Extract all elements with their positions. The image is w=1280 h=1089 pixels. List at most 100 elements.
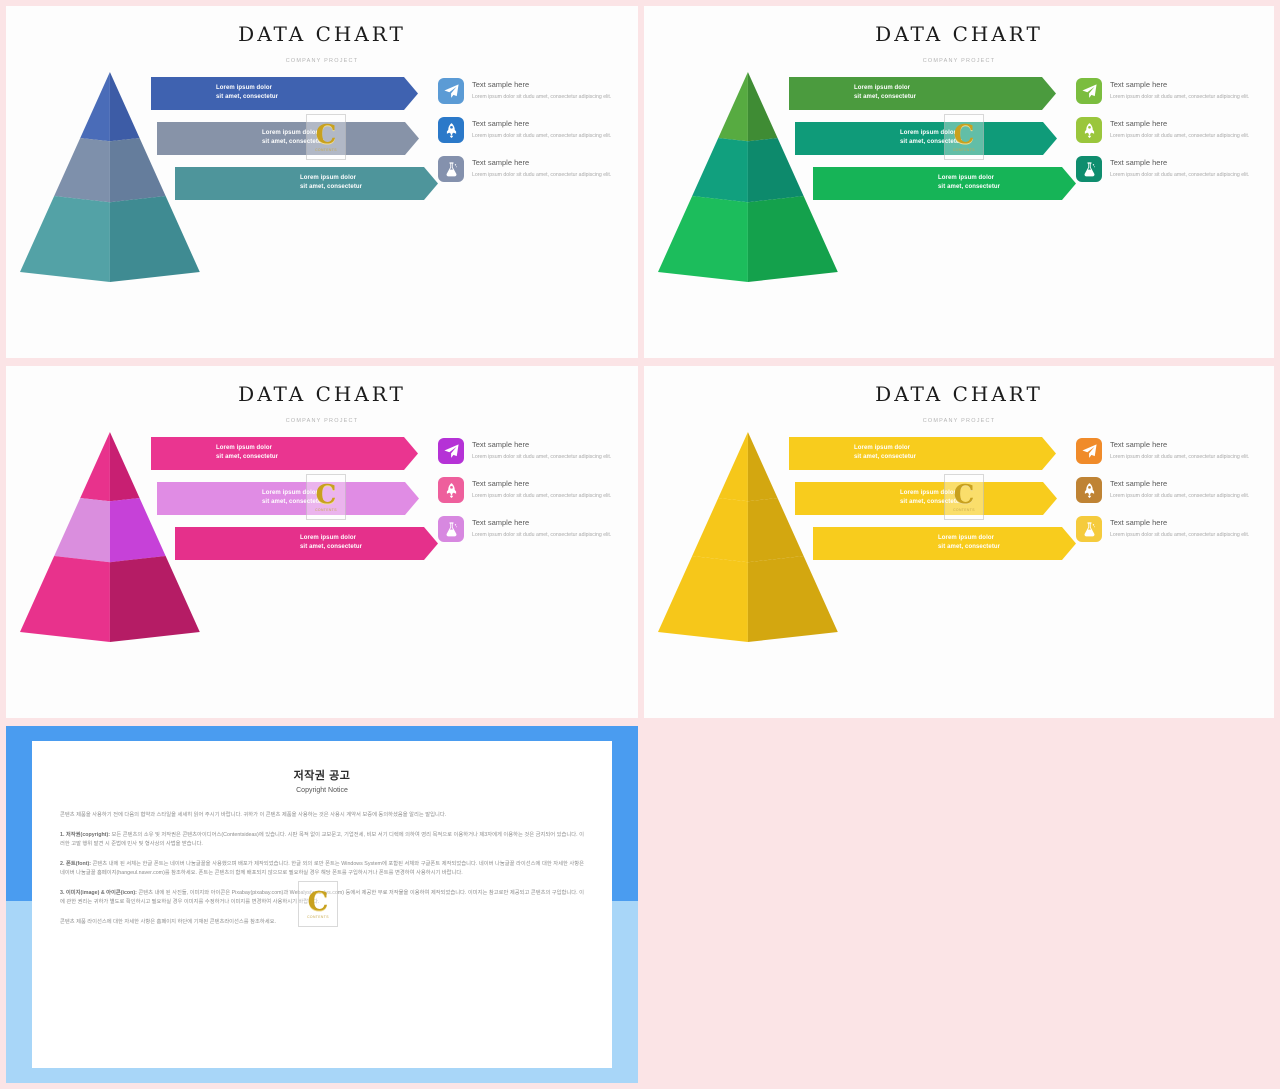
copyright-card: 저작권 공고 Copyright Notice 콘텐츠 제품을 사용하기 전에 다음…: [32, 741, 612, 1068]
legend-body: Lorem ipsum dolor sit dudu amet, consect…: [1110, 133, 1250, 139]
banner-text: Lorem ipsum dolor sit amet, consectetur: [813, 527, 1076, 552]
legend-text-block: Text sample here Lorem ipsum dolor sit du…: [472, 117, 611, 140]
banner-line-1: Lorem ipsum dolor: [938, 175, 995, 181]
legend-item-1[interactable]: Text sample here Lorem ipsum dolor sit du…: [1076, 78, 1272, 104]
legend-body: Lorem ipsum dolor sit dudu amet, consect…: [1110, 493, 1250, 499]
legend-heading: Text sample here: [472, 479, 530, 488]
banner-2[interactable]: Lorem ipsum dolor sit amet, consectetur: [795, 482, 1057, 515]
legend-heading: Text sample here: [1110, 440, 1168, 449]
flask-icon: [1076, 156, 1102, 182]
banner-line-1: Lorem ipsum dolor: [300, 535, 357, 541]
banner-text: Lorem ipsum dolor sit amet, consectetur: [789, 437, 1056, 462]
legend-body: Lorem ipsum dolor sit dudu amet, consect…: [472, 493, 612, 499]
copyright-section-2: 2. 폰트(font): 콘텐츠 내에 된 서체는 한글 폰트는 네이버 나눔글…: [60, 860, 584, 879]
banner-line-2: sit amet, consectetur: [262, 139, 325, 145]
legend-item-1[interactable]: Text sample here Lorem ipsum dolor sit du…: [1076, 438, 1272, 464]
slide-content: Lorem ipsum dolor sit amet, consectetur Lo…: [6, 432, 638, 682]
banner-2[interactable]: Lorem ipsum dolor sit amet, consectetur: [795, 122, 1057, 155]
legend-list: Text sample here Lorem ipsum dolor sit du…: [1076, 438, 1272, 555]
legend-item-3[interactable]: Text sample here Lorem ipsum dolor sit du…: [438, 516, 634, 542]
banner-3[interactable]: Lorem ipsum dolor sit amet, consectetur: [175, 167, 438, 200]
pyramid-tier-2-left-face: [692, 138, 748, 203]
slide-subtitle: COMPANY PROJECT: [285, 58, 359, 64]
slide-title: DATA CHART: [238, 382, 406, 406]
legend-heading: Text sample here: [472, 158, 530, 167]
slide-subtitle: COMPANY PROJECT: [922, 58, 996, 64]
slide-slide-blue: DATA CHART COMPANY PROJECT Lorem ipsum dol…: [6, 6, 638, 358]
legend-text-block: Text sample here Lorem ipsum dolor sit du…: [472, 516, 611, 539]
banner-text: Lorem ipsum dolor sit amet, consectetur: [157, 122, 419, 147]
banner-line-2: sit amet, consectetur: [300, 544, 363, 550]
slide-title: DATA CHART: [875, 382, 1043, 406]
legend-item-3[interactable]: Text sample here Lorem ipsum dolor sit du…: [438, 156, 634, 182]
banner-group: Lorem ipsum dolor sit amet, consectetur Lo…: [151, 77, 426, 212]
pyramid-tier-3-left-face: [20, 196, 110, 282]
banner-1[interactable]: Lorem ipsum dolor sit amet, consectetur: [789, 437, 1056, 470]
banner-1[interactable]: Lorem ipsum dolor sit amet, consectetur: [151, 77, 418, 110]
legend-heading: Text sample here: [1110, 479, 1168, 488]
legend-body: Lorem ipsum dolor sit dudu amet, consect…: [472, 454, 612, 460]
rocket-icon: [438, 477, 464, 503]
slide-subtitle: COMPANY PROJECT: [285, 418, 359, 424]
pyramid-tier-3-left-face: [20, 556, 110, 642]
copyright-intro: 콘텐츠 제품을 사용하기 전에 다음의 협약과 스타일을 세세히 읽어 주시기 …: [60, 812, 447, 818]
legend-item-1[interactable]: Text sample here Lorem ipsum dolor sit du…: [438, 78, 634, 104]
banner-1[interactable]: Lorem ipsum dolor sit amet, consectetur: [151, 437, 418, 470]
legend-heading: Text sample here: [472, 119, 530, 128]
legend-text-block: Text sample here Lorem ipsum dolor sit du…: [1110, 516, 1249, 539]
pyramid-tier-2-left-face: [54, 138, 110, 203]
banner-line-2: sit amet, consectetur: [900, 139, 963, 145]
rocket-icon: [438, 117, 464, 143]
legend-body: Lorem ipsum dolor sit dudu amet, consect…: [1110, 94, 1250, 100]
banner-text: Lorem ipsum dolor sit amet, consectetur: [795, 482, 1057, 507]
legend-item-1[interactable]: Text sample here Lorem ipsum dolor sit du…: [438, 438, 634, 464]
slide-subtitle: COMPANY PROJECT: [922, 418, 996, 424]
legend-body: Lorem ipsum dolor sit dudu amet, consect…: [1110, 172, 1250, 178]
banner-line-2: sit amet, consectetur: [262, 499, 325, 505]
banner-text: Lorem ipsum dolor sit amet, consectetur: [175, 527, 438, 552]
banner-line-1: Lorem ipsum dolor: [300, 175, 357, 181]
legend-text-block: Text sample here Lorem ipsum dolor sit du…: [1110, 78, 1249, 101]
slide-deck-grid: DATA CHART COMPANY PROJECT Lorem ipsum dol…: [0, 0, 1280, 1089]
banner-line-2: sit amet, consectetur: [216, 94, 279, 100]
legend-item-3[interactable]: Text sample here Lorem ipsum dolor sit du…: [1076, 156, 1272, 182]
legend-item-2[interactable]: Text sample here Lorem ipsum dolor sit du…: [1076, 117, 1272, 143]
banner-2[interactable]: Lorem ipsum dolor sit amet, consectetur: [157, 482, 419, 515]
pyramid-tier-1-left-face: [718, 72, 748, 142]
banner-3[interactable]: Lorem ipsum dolor sit amet, consectetur: [813, 167, 1076, 200]
legend-item-2[interactable]: Text sample here Lorem ipsum dolor sit du…: [438, 117, 634, 143]
banner-line-1: Lorem ipsum dolor: [938, 535, 995, 541]
banner-line-1: Lorem ipsum dolor: [854, 85, 911, 91]
banner-line-2: sit amet, consectetur: [854, 454, 917, 460]
banner-group: Lorem ipsum dolor sit amet, consectetur Lo…: [789, 437, 1064, 572]
copyright-subtitle: Copyright Notice: [296, 787, 348, 794]
banner-2[interactable]: Lorem ipsum dolor sit amet, consectetur: [157, 122, 419, 155]
banner-text: Lorem ipsum dolor sit amet, consectetur: [175, 167, 438, 192]
rocket-icon: [1076, 117, 1102, 143]
legend-heading: Text sample here: [1110, 518, 1168, 527]
legend-text-block: Text sample here Lorem ipsum dolor sit du…: [472, 156, 611, 179]
legend-item-3[interactable]: Text sample here Lorem ipsum dolor sit du…: [1076, 516, 1272, 542]
pyramid-tier-1-right-face: [747, 72, 778, 142]
banner-line-1: Lorem ipsum dolor: [216, 445, 273, 451]
flask-icon: [1076, 516, 1102, 542]
banner-text: Lorem ipsum dolor sit amet, consectetur: [795, 122, 1057, 147]
legend-item-2[interactable]: Text sample here Lorem ipsum dolor sit du…: [1076, 477, 1272, 503]
legend-text-block: Text sample here Lorem ipsum dolor sit du…: [472, 78, 611, 101]
legend-item-2[interactable]: Text sample here Lorem ipsum dolor sit du…: [438, 477, 634, 503]
banner-3[interactable]: Lorem ipsum dolor sit amet, consectetur: [813, 527, 1076, 560]
copyright-section-heading: 3. 이미지(image) & 아이콘(icon):: [60, 889, 139, 896]
paper-plane-icon: [438, 438, 464, 464]
banner-3[interactable]: Lorem ipsum dolor sit amet, consectetur: [175, 527, 438, 560]
empty-grid-cell: [644, 726, 1274, 1083]
copyright-section-heading: 1. 저작권(copyright):: [60, 831, 112, 838]
legend-list: Text sample here Lorem ipsum dolor sit du…: [438, 438, 634, 555]
banner-text: Lorem ipsum dolor sit amet, consectetur: [813, 167, 1076, 192]
banner-1[interactable]: Lorem ipsum dolor sit amet, consectetur: [789, 77, 1056, 110]
banner-line-1: Lorem ipsum dolor: [854, 445, 911, 451]
banner-text: Lorem ipsum dolor sit amet, consectetur: [151, 77, 418, 102]
banner-line-2: sit amet, consectetur: [938, 544, 1001, 550]
copyright-section-text: 콘텐츠 내에 된 서체는 한글 폰트는 네이버 나눔글꼴을 사용했으며 배포가 …: [60, 860, 585, 877]
banner-line-1: Lorem ipsum dolor: [900, 490, 957, 496]
legend-body: Lorem ipsum dolor sit dudu amet, consect…: [472, 133, 612, 139]
